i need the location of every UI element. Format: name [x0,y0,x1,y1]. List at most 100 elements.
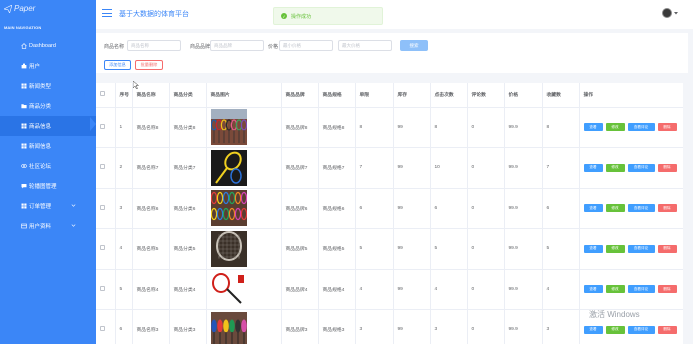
delete-button[interactable]: 删除 [657,244,677,253]
column-header: 收藏数 [542,83,580,108]
cell-brand: 商品品牌3 [281,309,319,344]
product-name-input[interactable] [127,40,181,51]
sidebar-item-4[interactable]: 商品信息 [0,116,96,136]
cell-favorites: 7 [542,147,580,189]
select-all-cell [96,83,116,108]
cell-limit: 4 [355,269,394,310]
column-header: 序号 [115,83,133,108]
mouse-cursor-icon [133,81,139,89]
cell-price: 99.9 [504,107,543,148]
cell-price: 99.9 [504,147,543,189]
cell-limit: 7 [355,147,394,189]
row-checkbox[interactable] [100,245,105,251]
cell-category: 商品分类7 [169,147,207,189]
column-header: 点击次数 [430,83,468,108]
row-select-cell [96,309,116,344]
view-button[interactable]: 查看 [583,325,603,334]
sidebar-item-7[interactable]: 轮播图管理 [0,176,96,196]
avatar[interactable] [662,8,672,18]
view-comments-button[interactable]: 查看评论 [627,244,655,253]
sidebar-item-8[interactable]: 订单管理 [0,196,96,216]
view-button[interactable]: 查看 [583,244,603,253]
sidebar-item-label: 用户 [29,64,41,70]
row-select-cell [96,107,116,148]
view-comments-button[interactable]: 查看评论 [627,325,655,334]
cell-category: 商品分类4 [169,269,207,310]
cell-favorites: 4 [542,269,580,310]
caret-down-icon[interactable] [674,11,678,15]
card-icon [21,223,27,229]
row-checkbox[interactable] [100,326,105,332]
edit-button[interactable]: 修改 [605,204,625,213]
sidebar-item-0[interactable]: Dashboard [0,36,96,56]
delete-button[interactable]: 删除 [657,163,677,172]
add-button[interactable]: 添加信息 [104,60,131,70]
cell-spec: 商品规格5 [318,228,356,270]
cell-stock: 99 [393,188,431,229]
product-table-container: 序号 商品名称 商品分类 商品图片 商品品牌 商品规格 单限 库存 点击次数 评论数 价格 收藏数 操作… [96,83,683,344]
table-row[interactable]: 1 商品名称8 商品分类8 商品品牌8 商品规格8 8 99 8 0 99.9 8 查看 修改 查看评论删… [96,107,683,148]
view-button[interactable]: 查看 [583,163,603,172]
delete-button[interactable]: 删除 [657,285,677,294]
edit-button[interactable]: 修改 [605,123,625,132]
edit-button[interactable]: 修改 [605,285,625,294]
actions-cell: 查看 修改 查看评论 删除 [579,188,683,229]
delete-button[interactable]: 删除 [657,204,677,213]
delete-button[interactable]: 删除 [657,325,677,334]
cell-brand: 商品品牌4 [281,269,319,310]
table-row[interactable]: 3 商品名称6 商品分类6 商品品牌6 商品规格6 6 99 6 0 99.9 6 查看 修改 查看评论删… [96,188,683,229]
view-comments-button[interactable]: 查看评论 [627,285,655,294]
edit-button[interactable]: 修改 [605,325,625,334]
table-row[interactable]: 5 商品名称4 商品分类4 商品品牌4 商品规格4 4 99 4 0 99.9 4 查看 修改 查看评论删… [96,269,683,310]
view-comments-button[interactable]: 查看评论 [627,163,655,172]
cell-category: 商品分类8 [169,107,207,148]
product-image [210,271,247,308]
row-checkbox[interactable] [100,123,105,129]
sidebar-item-6[interactable]: 社区论坛 [0,156,96,176]
view-button[interactable]: 查看 [583,123,603,132]
cell-spec: 商品规格6 [318,188,356,229]
cell-favorites: 8 [542,107,580,148]
sidebar-item-9[interactable]: 用户资料 [0,216,96,236]
image-cell [206,269,282,310]
row-checkbox[interactable] [100,285,105,291]
select-all-checkbox[interactable] [100,91,105,97]
cell-name: 商品名称3 [132,309,170,344]
image-cell [206,228,282,270]
table-row[interactable]: 2 商品名称7 商品分类7 商品品牌7 商品规格7 7 99 10 0 99.9 7 查看 修改 查看评论… [96,147,683,189]
cell-limit: 5 [355,228,394,270]
sidebar-item-3[interactable]: 商品分类 [0,96,96,116]
cell-limit: 8 [355,107,394,148]
cell-stock: 99 [393,228,431,270]
sidebar-item-1[interactable]: 用户 [0,56,96,76]
view-button[interactable]: 查看 [583,204,603,213]
view-button[interactable]: 查看 [583,285,603,294]
row-checkbox[interactable] [100,164,105,170]
sidebar-item-label: 新闻类型 [29,84,52,90]
row-select-cell [96,147,116,189]
min-price-input[interactable] [279,40,333,51]
edit-button[interactable]: 修改 [605,163,625,172]
edit-button[interactable]: 修改 [605,244,625,253]
search-button[interactable]: 搜索 [400,40,428,51]
sidebar-item-label: 商品信息 [29,124,52,130]
cell-limit: 3 [355,309,394,344]
grid-icon [21,143,27,149]
cell-stock: 99 [393,107,431,148]
table-row[interactable]: 4 商品名称5 商品分类5 商品品牌5 商品规格5 5 99 5 0 99.9 5 查看 修改 查看评论删… [96,228,683,270]
cell-favorites: 3 [542,309,580,344]
cell-category: 商品分类3 [169,309,207,344]
view-comments-button[interactable]: 查看评论 [627,204,655,213]
max-price-input[interactable] [338,40,392,51]
hamburger-menu-icon[interactable] [102,9,112,17]
product-brand-input[interactable] [210,40,264,51]
check-circle-icon: ✓ [281,13,287,19]
sidebar-item-5[interactable]: 新闻信息 [0,136,96,156]
row-checkbox[interactable] [100,204,105,210]
sidebar-item-2[interactable]: 新闻类型 [0,76,96,96]
bulk-delete-button[interactable]: 批量删除 [135,60,163,70]
view-comments-button[interactable]: 查看评论 [627,123,655,132]
sidebar-item-label: 新闻信息 [29,144,52,150]
delete-button[interactable]: 删除 [657,123,677,132]
product-image [210,149,247,186]
